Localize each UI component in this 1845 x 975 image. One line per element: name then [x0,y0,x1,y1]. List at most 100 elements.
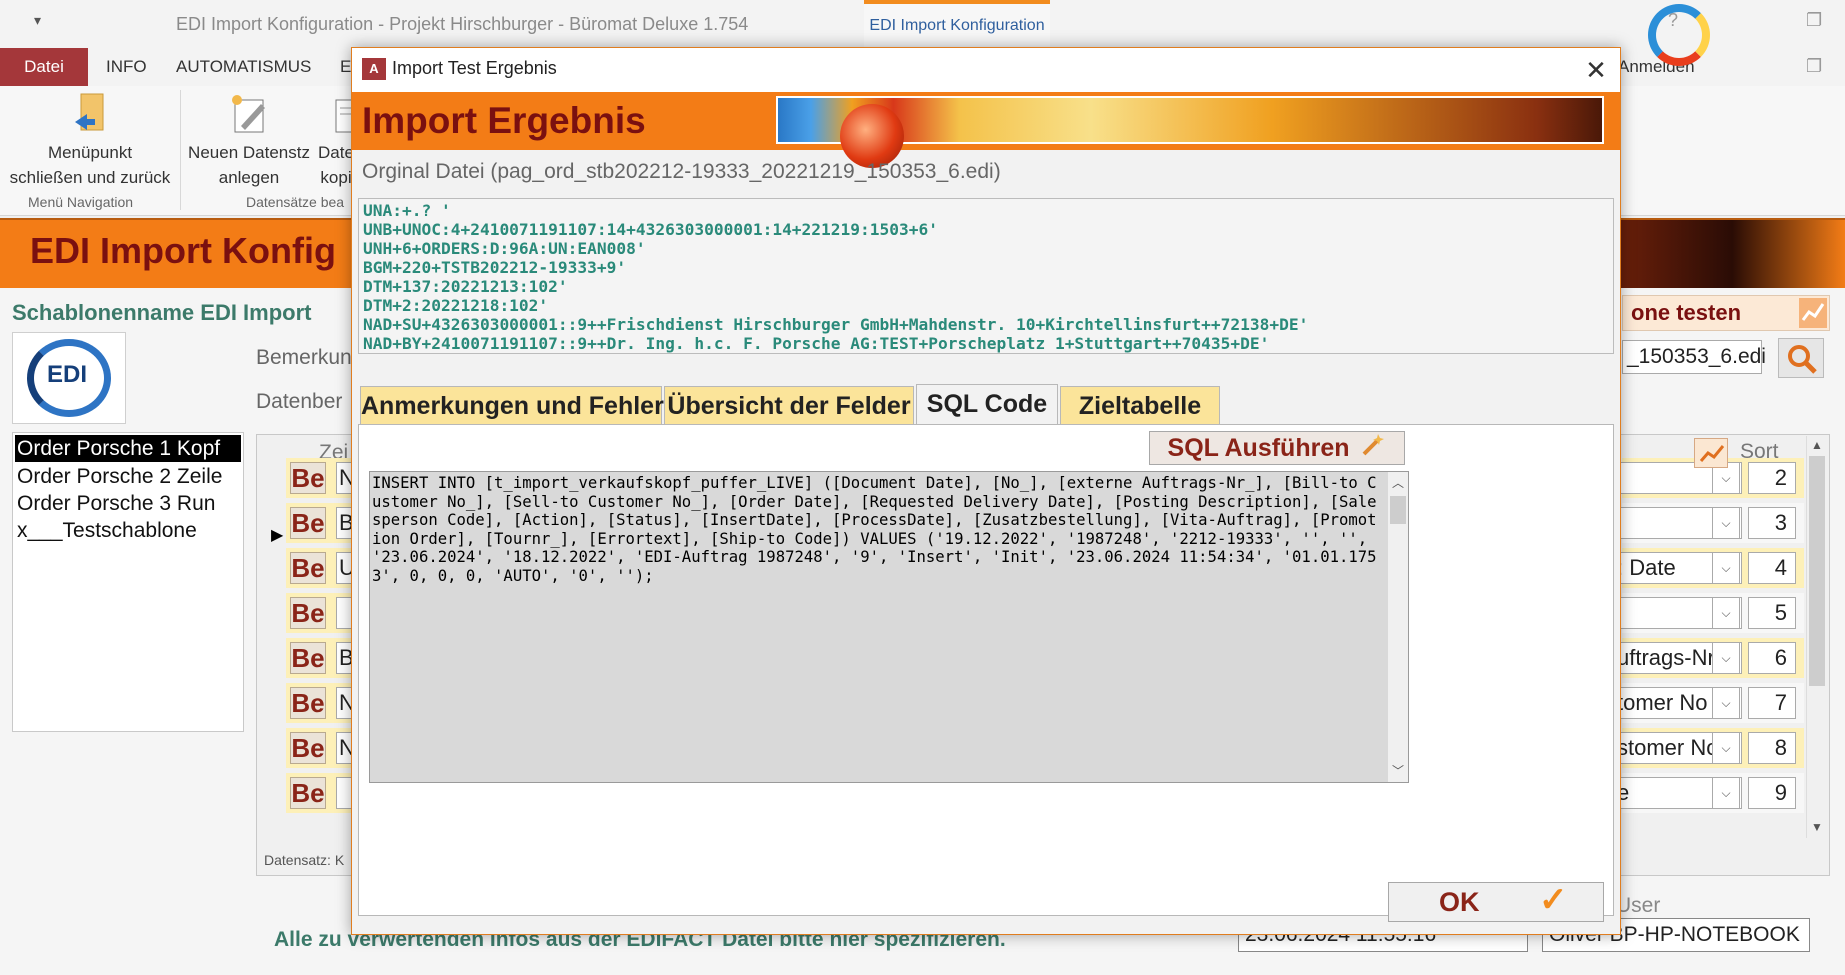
edit-row-button[interactable]: Be [290,642,326,674]
close-icon[interactable]: ✕ [1576,52,1616,88]
close-and-back-line1: Menüpunkt [47,143,133,162]
dialog-title-bar: A Import Test Ergebnis ✕ [352,48,1620,92]
tab-anmerkungen[interactable]: Anmerkungen und Fehler [360,386,664,424]
scroll-up-icon[interactable]: ▲ [1811,438,1823,452]
row-field[interactable] [336,777,352,809]
form-title: EDI Import Konfig [30,230,336,271]
edit-row-button[interactable]: Be [290,507,326,539]
row-field[interactable]: B [336,507,352,539]
edi-line: DTM+137:20221213:102' [363,277,568,296]
scroll-down-icon[interactable]: ﹀ [1392,762,1404,779]
template-name-label: Schablonenname EDI Import [12,300,312,325]
chevron-down-icon[interactable]: ⌵ [1712,777,1740,809]
menu-info[interactable]: INFO [106,48,147,86]
new-record-icon [227,92,271,136]
grid-scrollbar[interactable]: ▲ ▼ [1806,436,1826,838]
sort-header: Sort [1740,440,1779,463]
ribbon-group-navigation: Menü Navigation [28,194,134,210]
chevron-down-icon[interactable]: ⌵ [1712,507,1740,539]
sql-execute-label: SQL Ausführen [1167,434,1350,462]
back-arrow-icon [73,92,107,136]
tab-sql-code[interactable]: SQL Code [916,384,1058,425]
sort-field[interactable]: 4 [1748,552,1796,584]
bemerkung-label: Bemerkun [256,346,352,369]
edi-line: DTM+2:20221218:102' [363,296,549,315]
row-field[interactable]: N [336,687,352,719]
list-item[interactable]: Order Porsche 3 Run [15,490,241,517]
sort-field[interactable]: 7 [1748,687,1796,719]
sort-field[interactable]: 6 [1748,642,1796,674]
template-list[interactable]: Order Porsche 1 Kopf Order Porsche 2 Zei… [12,432,244,732]
sql-code-text: INSERT INTO [t_import_verkaufskopf_puffe… [372,474,1377,585]
row-field[interactable]: N [336,732,352,764]
row-field[interactable] [336,597,352,629]
tab-uebersicht[interactable]: Übersicht der Felder [664,386,914,424]
sort-field[interactable]: 9 [1748,777,1796,809]
edit-row-button[interactable]: Be [290,732,326,764]
new-record-line2: anlegen [218,168,280,187]
edit-row-button[interactable]: Be [290,687,326,719]
close-and-back-button[interactable]: Menüpunkt schließen und zurück [4,86,176,190]
chevron-down-icon[interactable]: ⌵ [1712,552,1740,584]
chevron-down-icon[interactable]: ⌵ [1712,732,1740,764]
record-navigator-label: Datensatz: K [264,852,345,868]
search-icon[interactable] [1778,338,1824,378]
menu-file[interactable]: Datei [0,48,88,86]
menu-e[interactable]: E [340,48,351,86]
sql-code-box[interactable]: INSERT INTO [t_import_verkaufskopf_puffe… [369,471,1409,783]
copy-record-line2: kopi [320,168,352,187]
row-field[interactable]: B [336,642,352,674]
original-file-label: Orginal Datei (pag_ord_stb202212-19333_2… [362,160,1001,183]
edi-line: BGM+220+TSTB202212-19333+9' [363,258,627,277]
ribbon-restore-icon[interactable]: ❐ [1806,56,1822,77]
dialog-header: Import Ergebnis [352,92,1620,168]
scroll-up-icon[interactable]: ︿ [1392,474,1404,491]
edit-row-button[interactable]: Be [290,777,326,809]
chevron-down-icon[interactable]: ⌵ [1712,642,1740,674]
menu-automatismus[interactable]: AUTOMATISMUS [176,48,311,86]
scroll-thumb[interactable] [1809,456,1825,686]
test-template-button[interactable]: one testen [1622,295,1830,331]
quick-access-dropdown-icon[interactable]: ▾ [34,12,41,29]
scroll-down-icon[interactable]: ▼ [1811,820,1823,834]
restore-button[interactable]: ❐ [1806,10,1822,31]
tab-zieltabelle[interactable]: Zieltabelle [1060,386,1220,424]
chart-icon[interactable] [1694,438,1728,468]
copy-record-button[interactable]: Date kopi [316,86,356,190]
sort-field[interactable]: 8 [1748,732,1796,764]
edi-line: UNA:+.? ' [363,201,451,220]
datenbereich-label: Datenber [256,390,343,413]
edi-logo-icon: EDI [12,332,126,424]
sort-field[interactable]: 5 [1748,597,1796,629]
ok-label: OK [1439,887,1480,917]
edi-content-box[interactable]: UNA:+.? ' UNB+UNOC:4+2410071191107:14+43… [358,198,1614,354]
ok-button[interactable]: OK ✓ [1388,881,1604,922]
close-and-back-line2: schließen und zurück [9,168,171,187]
edit-row-button[interactable]: Be [290,462,326,494]
scroll-thumb[interactable] [1390,496,1406,524]
edit-row-button[interactable]: Be [290,552,326,584]
edi-file-field[interactable]: _150353_6.edi [1622,340,1766,374]
dialog-title: Import Test Ergebnis [392,58,557,78]
access-app-icon: A [362,58,386,80]
sort-field[interactable]: 2 [1748,462,1796,494]
list-item[interactable]: Order Porsche 2 Zeile [15,463,241,490]
row-field[interactable]: N [336,462,352,494]
edit-row-button[interactable]: Be [290,597,326,629]
banner-planet-icon [840,104,904,168]
test-template-label: one testen [1631,300,1742,325]
chevron-down-icon[interactable]: ⌵ [1712,597,1740,629]
edi-line: NAD+BY+2410071191107::9++Dr. Ing. h.c. F… [363,334,1270,353]
new-record-button[interactable]: Neuen Datenstz anlegen [184,86,314,190]
sort-field[interactable]: 3 [1748,507,1796,539]
user-label: User [1616,894,1661,917]
current-row-marker-icon: ▶ [271,527,284,544]
row-field[interactable]: U [336,552,352,584]
list-item[interactable]: Order Porsche 1 Kopf [15,435,241,462]
chevron-down-icon[interactable]: ⌵ [1712,687,1740,719]
sql-execute-button[interactable]: SQL Ausführen [1149,431,1405,465]
edi-line: NAD+SU+4326303000001::9++Frischdienst Hi… [363,315,1309,334]
context-tab[interactable]: EDI Import Konfiguration [864,0,1050,48]
sql-scrollbar[interactable]: ︿ ﹀ [1388,472,1408,782]
list-item[interactable]: x___Testschablone [15,517,241,544]
